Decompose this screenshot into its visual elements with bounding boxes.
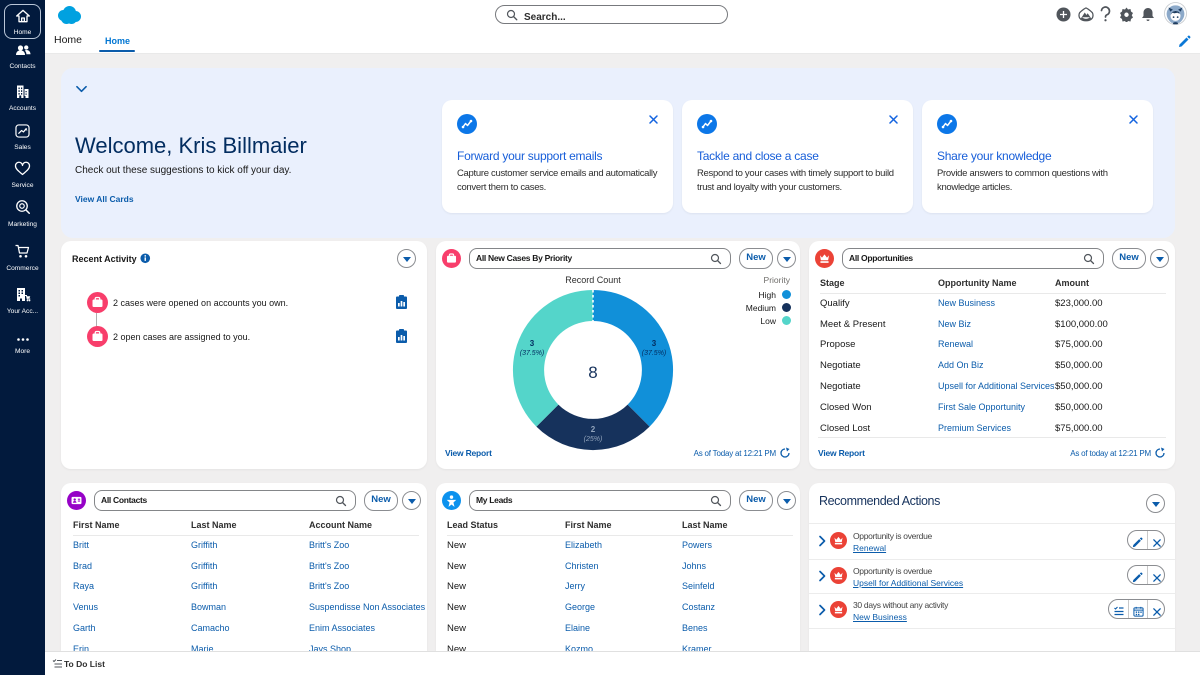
- svg-text:3: 3: [530, 339, 535, 348]
- svg-text:2: 2: [591, 425, 596, 434]
- svg-text:(25%): (25%): [584, 436, 603, 443]
- svg-text:(37.5%): (37.5%): [520, 350, 545, 357]
- svg-text:8: 8: [588, 363, 597, 382]
- svg-text:3: 3: [652, 339, 657, 348]
- svg-text:(37.5%): (37.5%): [642, 350, 667, 357]
